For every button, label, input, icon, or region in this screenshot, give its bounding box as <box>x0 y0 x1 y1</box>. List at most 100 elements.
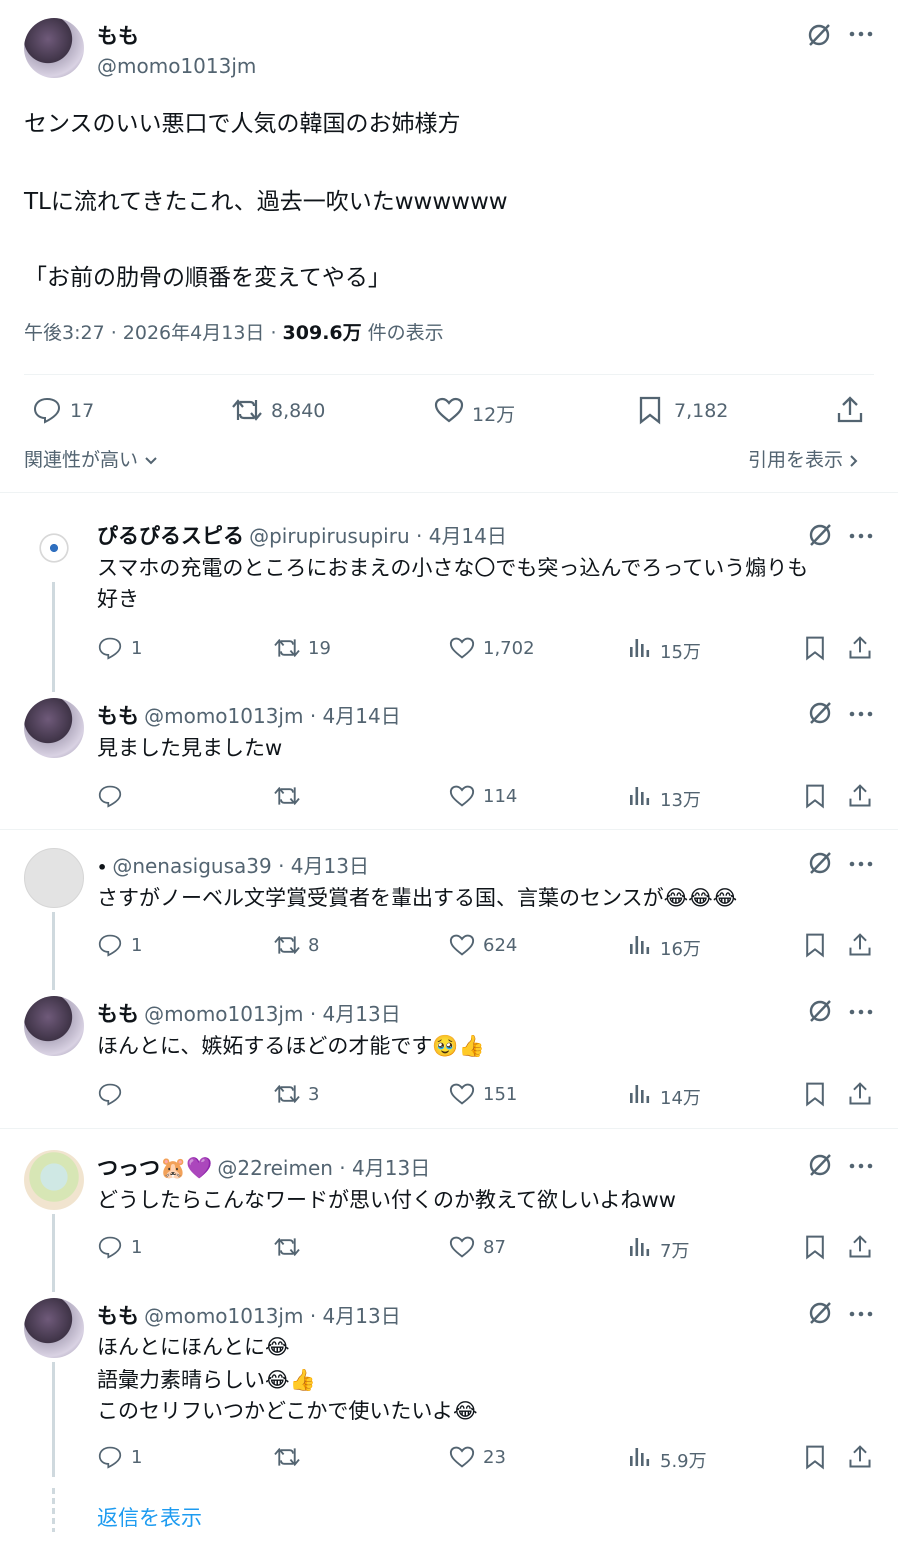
grok-icon[interactable] <box>807 522 833 552</box>
reply-icon[interactable] <box>97 933 123 961</box>
share-icon[interactable] <box>847 1081 873 1111</box>
author-handle[interactable]: @22reimen <box>217 1156 333 1180</box>
like-icon[interactable] <box>449 1082 475 1110</box>
avatar[interactable] <box>24 1150 84 1210</box>
avatar[interactable] <box>24 848 84 908</box>
bookmark-icon[interactable] <box>804 1234 826 1264</box>
more-icon[interactable] <box>848 27 874 41</box>
repost-icon[interactable] <box>272 636 302 664</box>
more-icon[interactable] <box>848 856 874 875</box>
bookmark-icon[interactable] <box>804 635 826 665</box>
author-name[interactable]: もも <box>97 1304 139 1328</box>
like-icon <box>449 637 475 659</box>
like-icon[interactable] <box>449 933 475 961</box>
repost-icon[interactable] <box>272 784 302 812</box>
bookmark-count: 7,182 <box>674 400 729 422</box>
reply-icon[interactable] <box>32 396 62 424</box>
bookmark-icon[interactable] <box>804 1444 826 1474</box>
reply-date[interactable]: · 4月13日 <box>303 1304 401 1328</box>
bookmark-icon[interactable] <box>638 395 662 425</box>
views-icon[interactable] <box>628 1236 650 1262</box>
repost-icon[interactable] <box>272 1235 302 1263</box>
views-icon[interactable] <box>628 934 650 960</box>
author-name[interactable]: もも <box>97 704 139 728</box>
share-icon[interactable] <box>836 395 864 425</box>
more-icon[interactable] <box>848 1158 874 1177</box>
author-handle[interactable]: @nenasigusa39 <box>112 854 271 878</box>
grok-icon <box>809 1000 831 1022</box>
author-name[interactable]: ぴるぴるスピる <box>97 524 244 548</box>
share-icon[interactable] <box>847 932 873 962</box>
grok-icon[interactable] <box>807 1300 833 1330</box>
reply-icon[interactable] <box>97 1235 123 1263</box>
avatar[interactable] <box>24 518 84 578</box>
more-icon[interactable] <box>848 706 874 725</box>
reply-date[interactable]: · 4月14日 <box>410 524 507 548</box>
like-icon[interactable] <box>449 1445 475 1473</box>
views-icon[interactable] <box>628 637 650 663</box>
avatar[interactable] <box>24 698 84 758</box>
grok-icon[interactable] <box>807 700 833 730</box>
sort-dropdown[interactable]: 関連性が高い <box>24 445 158 472</box>
more-icon[interactable] <box>848 1004 874 1023</box>
author-name[interactable]: • <box>97 858 107 877</box>
author-name[interactable]: もも <box>97 1002 139 1026</box>
views-icon[interactable] <box>628 1446 650 1472</box>
reply-icon[interactable] <box>97 1445 123 1473</box>
avatar[interactable] <box>24 996 84 1056</box>
author-handle[interactable]: @momo1013jm <box>144 704 303 728</box>
post-meta: 午後3:27 · 2026年4月13日 · 309.6万 件の表示 <box>24 318 444 345</box>
author-handle[interactable]: @momo1013jm <box>144 1304 303 1328</box>
show-quotes-link[interactable]: 引用を表示 <box>748 445 859 472</box>
reply-icon[interactable] <box>97 784 123 812</box>
avatar[interactable] <box>24 1298 84 1358</box>
author-name[interactable]: つっつ🐹💜 <box>97 1156 212 1180</box>
reply-icon[interactable] <box>97 1082 123 1110</box>
bookmark-icon[interactable] <box>804 932 826 962</box>
bookmark-icon[interactable] <box>804 783 826 813</box>
share-icon[interactable] <box>847 635 873 665</box>
repost-icon[interactable] <box>230 396 264 424</box>
views-icon[interactable] <box>628 1083 650 1109</box>
share-icon[interactable] <box>847 1234 873 1264</box>
repost-icon[interactable] <box>272 1445 302 1473</box>
like-icon <box>449 934 475 956</box>
more-icon[interactable] <box>848 1306 874 1325</box>
grok-icon <box>809 1154 831 1176</box>
reply-date[interactable]: · 4月13日 <box>333 1156 430 1180</box>
reply-icon[interactable] <box>97 636 123 664</box>
grok-icon[interactable] <box>807 850 833 880</box>
grok-icon[interactable] <box>807 998 833 1028</box>
share-icon[interactable] <box>847 1444 873 1474</box>
like-icon[interactable] <box>449 784 475 812</box>
grok-icon[interactable] <box>807 1152 833 1182</box>
views-icon[interactable] <box>628 785 650 811</box>
author-name[interactable]: もも <box>97 20 139 50</box>
repost-icon[interactable] <box>272 1082 302 1110</box>
author-handle[interactable]: @pirupirusupiru <box>249 524 410 548</box>
grok-icon <box>809 852 831 874</box>
post-time[interactable]: 午後3:27 · 2026年4月13日 · <box>24 322 283 344</box>
reply-date[interactable]: · 4月14日 <box>303 704 401 728</box>
bookmark-icon <box>806 1445 824 1470</box>
repost-icon <box>274 1447 300 1467</box>
share-icon[interactable] <box>847 783 873 813</box>
like-icon[interactable] <box>449 636 475 664</box>
reply-count: 1 <box>131 1447 143 1468</box>
author-handle[interactable]: @momo1013jm <box>97 54 256 78</box>
reply-date[interactable]: · 4月13日 <box>303 1002 401 1026</box>
grok-icon[interactable] <box>806 22 832 48</box>
more-icon[interactable] <box>848 528 874 547</box>
quotes-label: 引用を表示 <box>748 449 844 471</box>
bookmark-icon[interactable] <box>804 1081 826 1111</box>
share-icon <box>849 1445 871 1468</box>
like-icon[interactable] <box>449 1235 475 1263</box>
repost-icon[interactable] <box>272 933 302 961</box>
avatar[interactable] <box>24 18 84 78</box>
reply-date[interactable]: · 4月13日 <box>272 854 369 878</box>
like-icon <box>449 1236 475 1258</box>
like-icon[interactable] <box>434 396 464 424</box>
reply-text-line: スマホの充電のところにおまえの小さな〇でも突っ込んでろっていう煽りも <box>97 556 809 580</box>
show-replies-link[interactable]: 返信を表示 <box>97 1502 202 1532</box>
author-handle[interactable]: @momo1013jm <box>144 1002 303 1026</box>
